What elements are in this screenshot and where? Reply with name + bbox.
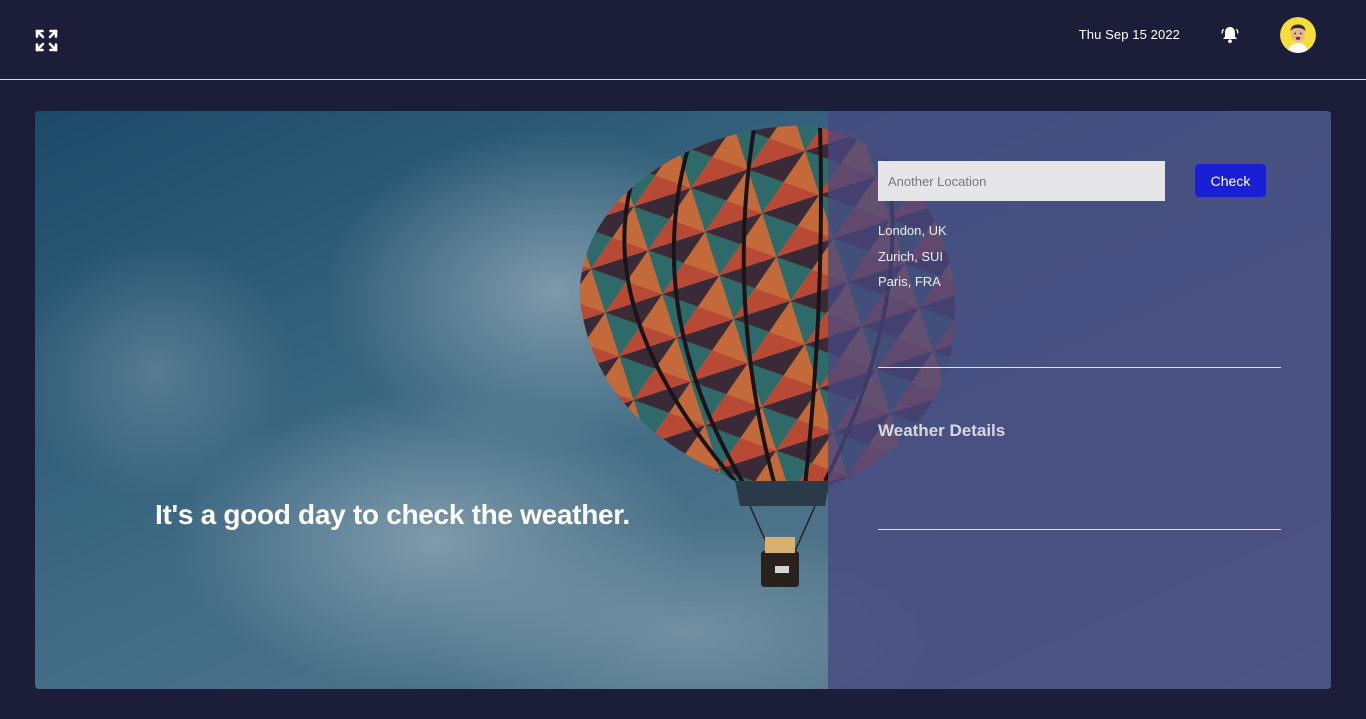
divider	[878, 529, 1281, 530]
location-list: London, UK Zurich, SUI Paris, FRA	[878, 223, 947, 300]
weather-details-heading: Weather Details	[878, 421, 1006, 440]
bell-icon[interactable]	[1220, 25, 1240, 45]
location-search-input[interactable]	[878, 161, 1165, 201]
location-item-london[interactable]: London, UK	[878, 223, 947, 249]
fullscreen-icon[interactable]	[34, 28, 59, 53]
avatar[interactable]	[1280, 17, 1316, 53]
current-date: Thu Sep 15 2022	[1078, 27, 1180, 42]
location-item-paris[interactable]: Paris, FRA	[878, 274, 947, 300]
weather-panel: Check London, UK Zurich, SUI Paris, FRA …	[828, 111, 1331, 689]
divider	[878, 367, 1281, 368]
location-item-zurich[interactable]: Zurich, SUI	[878, 249, 947, 275]
top-bar: Thu Sep 15 2022	[0, 0, 1366, 80]
hero-tagline: It's a good day to check the weather.	[155, 499, 630, 530]
weather-card: It's a good day to check the weather. Ch…	[35, 111, 1331, 689]
check-button[interactable]: Check	[1195, 164, 1266, 197]
